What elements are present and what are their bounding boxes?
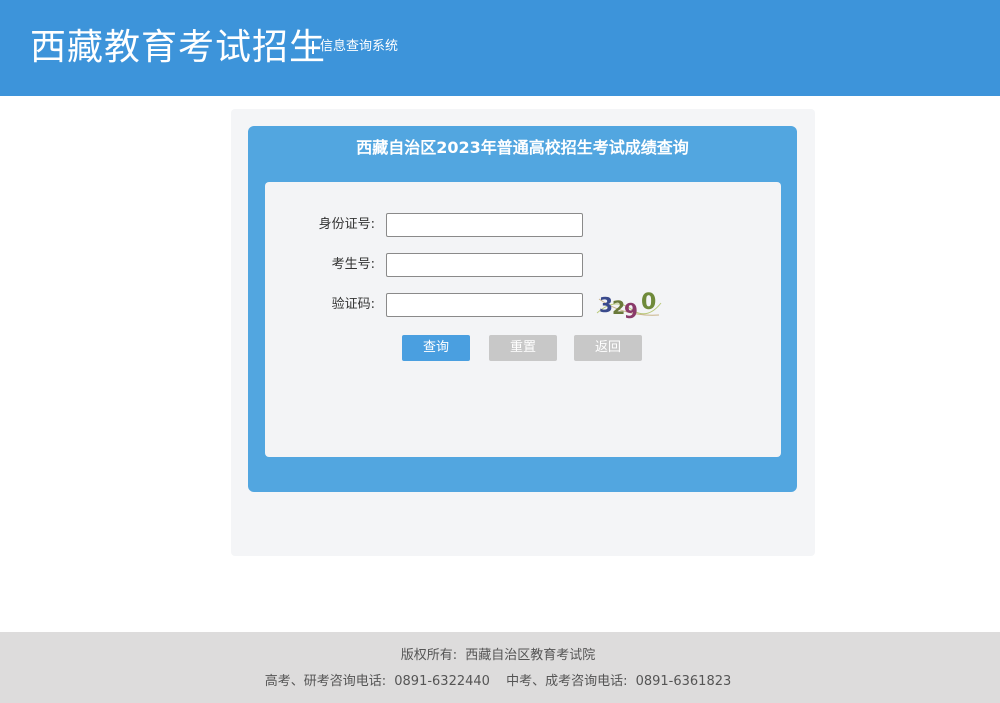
footer-contact: 高考、研考咨询电话: 0891-6322440 中考、成考咨询电话: 0891-… <box>0 672 1000 692</box>
copyright-label: 版权所有: <box>400 648 458 663</box>
query-button[interactable]: 查询 <box>402 335 470 361</box>
copyright-owner: 西藏自治区教育考试院 <box>465 648 596 663</box>
footer: 版权所有: 西藏自治区教育考试院 高考、研考咨询电话: 0891-6322440… <box>0 632 1000 703</box>
exam-number-label: 考生号: <box>331 257 375 272</box>
back-button[interactable]: 返回 <box>574 335 642 361</box>
form-button-row: 查询 重置 返回 <box>265 335 781 361</box>
zhongkao-phone-label: 中考、成考咨询电话: <box>506 674 628 689</box>
captcha-digit-3: 9 <box>624 299 638 323</box>
site-subtitle: 信息查询系统 <box>312 38 398 56</box>
reset-button[interactable]: 重置 <box>489 335 557 361</box>
site-title: 西藏教育考试招生 <box>30 27 327 68</box>
id-number-input[interactable] <box>386 213 583 237</box>
captcha-row: 验证码: 3 2 9 0 <box>265 287 781 323</box>
query-form: 身份证号: 考生号: 验证码: 3 2 9 0 查询 重置 返回 <box>265 182 781 457</box>
id-number-label: 身份证号: <box>318 217 375 232</box>
captcha-digit-1: 3 <box>599 293 613 317</box>
footer-copyright: 版权所有: 西藏自治区教育考试院 <box>0 646 1000 666</box>
query-card: 西藏自治区2023年普通高校招生考试成绩查询 身份证号: 考生号: 验证码: 3… <box>248 126 797 492</box>
header-bar: 西藏教育考试招生 信息查询系统 <box>0 0 1000 96</box>
gaokao-phone-label: 高考、研考咨询电话: <box>264 674 387 689</box>
captcha-input[interactable] <box>386 293 583 317</box>
captcha-label: 验证码: <box>331 297 375 312</box>
id-number-row: 身份证号: <box>265 213 781 237</box>
captcha-image[interactable]: 3 2 9 0 <box>595 287 663 323</box>
exam-number-input[interactable] <box>386 253 583 277</box>
gaokao-phone: 0891-6322440 <box>394 674 490 689</box>
zhongkao-phone: 0891-6361823 <box>635 674 732 689</box>
captcha-digit-4: 0 <box>641 290 656 315</box>
exam-number-row: 考生号: <box>265 253 781 277</box>
query-card-title: 西藏自治区2023年普通高校招生考试成绩查询 <box>356 138 689 157</box>
content-panel: 西藏自治区2023年普通高校招生考试成绩查询 身份证号: 考生号: 验证码: 3… <box>231 109 815 556</box>
